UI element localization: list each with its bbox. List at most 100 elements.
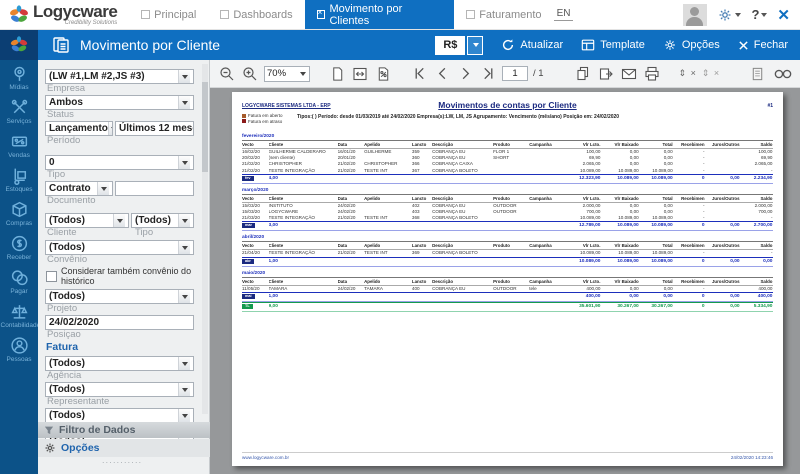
status-select[interactable]: Ambos [45,95,194,110]
overlay-toggle[interactable]: ⇕ × [702,68,720,79]
page-number-input[interactable]: 1 [502,66,528,81]
sidebar-item-pessoas[interactable]: Pessoas [0,332,38,366]
refresh-button[interactable]: Atualizar [501,38,563,52]
caret-down-icon [761,13,767,17]
export-button[interactable] [597,65,615,83]
whole-page-button[interactable] [328,65,346,83]
filter-scrollbar[interactable] [202,64,208,414]
zoom-in-button[interactable] [241,65,259,83]
tipo-select[interactable]: 0 [45,155,194,170]
sidebar-item-estoques[interactable]: Estoques [0,162,38,196]
options-button[interactable]: Opções [663,38,720,52]
prev-page-button[interactable] [433,65,451,83]
sidebar-item-pagar[interactable]: Pagar [0,264,38,298]
first-page-button[interactable] [410,65,428,83]
tipo-label: Tipo [47,170,199,179]
sidebar-item-label: Estoques [5,186,32,193]
legend-swatch-aberto [242,114,246,118]
filtro-de-dados-bar[interactable]: Filtro de Dados [38,422,210,438]
representante-select[interactable]: (Todos) [45,382,194,397]
periodo-tipo-select[interactable]: Lançamento [45,121,113,136]
module-titlebar: Movimento por Cliente R$ Atualizar Templ… [0,30,800,60]
panel-splitter-handle[interactable]: ··········· [45,460,199,466]
cliente-tipo-select[interactable]: (Todos) [131,213,194,228]
scrollbar-thumb[interactable] [202,82,208,172]
currency-dropdown-button[interactable] [467,36,483,55]
language-selector[interactable]: EN [554,8,574,21]
module-sidebar: MídiasServiços Vendas Estoques Compras Receb… [0,60,38,474]
actual-size-button[interactable] [374,65,392,83]
column-header-row: VectoClienteDataApelidoLanctoDescriçãoPr… [242,140,773,149]
user-avatar[interactable] [683,4,707,26]
section-header: fevereiro/2020 [242,133,773,140]
opcoes-bar[interactable]: Opções [38,439,210,457]
window-close-button[interactable]: ✕ [777,6,790,24]
vendedor-select[interactable]: (Todos) [45,408,194,423]
report-row: 21/03/20TESTE INTEGRAÇÃO21/02/20TESTE IN… [242,215,773,221]
tab-dashboards[interactable]: Dashboards [208,0,304,29]
tab-movimento-por-clientes[interactable]: Movimento por Clientes [305,0,455,29]
watermark-toggle[interactable]: ⇕ × [679,68,697,79]
report-body: fevereiro/2020VectoClienteDataApelidoLan… [242,133,773,312]
help-button[interactable]: ? [751,7,767,22]
column-header-row: VectoClienteDataApelidoLanctoDescriçãoPr… [242,241,773,250]
settings-gear-button[interactable] [717,7,741,23]
sidebar-item-vendas[interactable]: Vendas [0,128,38,162]
tab-icon [466,10,475,19]
zoom-level-select[interactable]: 70% [264,66,310,82]
last-page-icon [481,66,496,81]
pagar-icon [10,268,29,287]
sidebar-item-label: Compras [6,220,32,227]
section-total-row: abr1,0010.089,0010.089,0010.089,0000,000… [242,257,773,267]
close-report-button[interactable]: Fechar [738,39,788,51]
vendas-icon [10,132,29,151]
zoom-out-icon [219,66,235,82]
print-icon [644,66,660,82]
agencia-select[interactable]: (Todos) [45,356,194,371]
copy-button[interactable] [574,65,592,83]
report-page: LOGYCWARE SISTEMAS LTDA - ERP Movimentos… [232,92,783,466]
section-header: abril/2020 [242,234,773,241]
last-page-button[interactable] [479,65,497,83]
thumbnails-button[interactable] [748,65,766,83]
email-button[interactable] [620,65,638,83]
zoom-out-button[interactable] [218,65,236,83]
tab-principal[interactable]: Principal [129,0,208,29]
logycware-star-icon [9,35,29,55]
sidebar-item-receber[interactable]: Receber [0,230,38,264]
convenio-select[interactable]: (Todos) [45,240,194,255]
estoques-icon [10,166,29,185]
sidebar-item-label: Contabilidade [1,322,38,329]
documento-label: Documento [47,196,199,205]
sidebar-item-midias[interactable]: Mídias [0,60,38,94]
filter-panel: (LW #1,LM #2,JS #3) Empresa Ambos Status… [38,60,210,474]
cliente-select[interactable]: (Todos) [45,213,129,228]
find-button[interactable] [774,65,792,83]
projeto-select[interactable]: (Todos) [45,289,194,304]
next-page-button[interactable] [456,65,474,83]
cliente-label: Cliente [47,228,131,237]
sidebar-item-compras[interactable]: Compras [0,196,38,230]
periodo-range-select[interactable]: Últimos 12 meses [115,121,194,136]
report-title: Movimentos de contas por Cliente [242,100,773,110]
convenio-historico-checkbox-row[interactable]: Considerar também convênio do histórico [46,266,199,286]
sidebar-item-contabilidade[interactable]: Contabilidade [0,298,38,332]
tab-close-icon[interactable] [317,10,326,19]
empresa-select[interactable]: (LW #1,LM #2,JS #3) [45,69,194,84]
template-button[interactable]: Template [581,38,645,52]
documento-tipo-select[interactable]: Contrato [45,181,113,196]
print-button[interactable] [643,65,661,83]
sidebar-item-servicos[interactable]: Serviços [0,94,38,128]
checkbox[interactable] [46,271,57,282]
fit-width-button[interactable] [351,65,369,83]
documento-input[interactable] [115,181,194,196]
receber-icon [10,234,29,253]
sidebar-item-label: Vendas [8,152,30,159]
page-title: Movimento por Cliente [80,37,220,53]
export-icon [598,66,614,82]
tab-faturamento[interactable]: Faturamento [454,0,553,29]
preview-viewport[interactable]: LOGYCWARE SISTEMAS LTDA - ERP Movimentos… [210,88,800,474]
currency-selector[interactable]: R$ [435,36,483,55]
binoculars-icon [774,67,792,81]
posicao-input[interactable]: 24/02/2020 [45,315,194,330]
